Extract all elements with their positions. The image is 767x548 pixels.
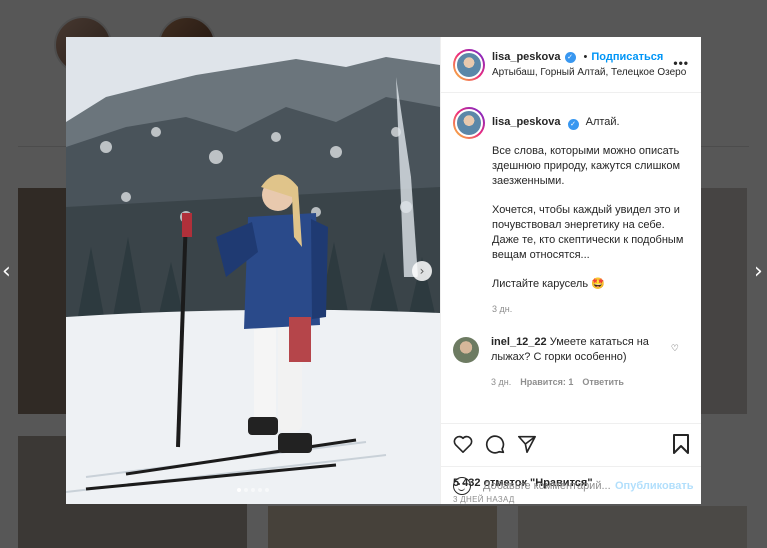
carousel-next-chevron-icon[interactable]: › — [412, 261, 432, 281]
comments-section: lisa_peskova ✓ Алтай. Все слова, которым… — [441, 93, 701, 423]
verified-badge-icon: ✓ — [567, 119, 579, 130]
caption-paragraph: Все слова, которыми можно описать здешню… — [492, 145, 681, 187]
comment-input[interactable] — [483, 479, 611, 492]
separator-dot: • — [583, 50, 588, 63]
verified-badge-icon: ✓ — [564, 51, 576, 63]
comment-like-heart-icon[interactable]: ♡ — [671, 344, 679, 354]
author-username[interactable]: lisa_peskova — [492, 50, 561, 65]
post-location[interactable]: Артыбаш, Горный Алтай, Телецкое Озеро — [492, 65, 686, 80]
post-actions — [441, 423, 701, 471]
comment-timestamp[interactable]: 3 дн. — [491, 375, 511, 390]
carousel-dot — [265, 488, 269, 492]
commenter-avatar[interactable] — [453, 337, 479, 363]
post-modal: › lisa_peskova ✓ • Подписаться Артыбаш, … — [66, 37, 701, 504]
caption-title: Алтай. — [585, 116, 620, 128]
post-caption: lisa_peskova ✓ Алтай. Все слова, которым… — [453, 107, 689, 317]
carousel-dot — [244, 488, 248, 492]
carousel-dot — [258, 488, 262, 492]
prev-post-chevron-icon[interactable]: ‹ — [2, 259, 11, 284]
add-comment-bar: Опубликовать — [441, 466, 701, 504]
comment-icon[interactable] — [485, 434, 505, 454]
skiing-photo-illustration — [66, 37, 440, 504]
reply-button[interactable]: Ответить — [582, 375, 624, 390]
commenter-username[interactable]: inel_12_22 — [491, 336, 547, 348]
author-avatar[interactable] — [453, 48, 485, 81]
follow-button[interactable]: Подписаться — [591, 50, 663, 65]
post-header: lisa_peskova ✓ • Подписаться Артыбаш, Го… — [441, 37, 701, 93]
caption-paragraph: Хочется, чтобы каждый увидел это и почув… — [492, 204, 684, 261]
post-side-panel: lisa_peskova ✓ • Подписаться Артыбаш, Го… — [440, 37, 701, 504]
more-options-icon[interactable]: ••• — [673, 56, 689, 70]
carousel-dot — [237, 488, 241, 492]
bookmark-icon[interactable] — [673, 434, 689, 454]
comment-item: inel_12_22 Умеете кататься на лыжах? С г… — [453, 335, 689, 390]
next-post-chevron-icon[interactable]: › — [754, 259, 763, 284]
send-icon[interactable] — [517, 435, 537, 453]
emoji-icon[interactable] — [453, 476, 471, 495]
comment-likes[interactable]: Нравится: 1 — [520, 375, 573, 390]
caption-author-avatar[interactable] — [453, 107, 485, 139]
carousel-dots — [66, 488, 440, 492]
carousel-dot — [251, 488, 255, 492]
publish-button[interactable]: Опубликовать — [615, 480, 694, 492]
heart-icon[interactable] — [453, 435, 473, 453]
caption-username[interactable]: lisa_peskova — [492, 116, 561, 128]
post-photo[interactable]: › — [66, 37, 440, 504]
caption-paragraph: Листайте карусель 🤩 — [492, 278, 605, 290]
caption-timestamp[interactable]: 3 дн. — [492, 302, 689, 317]
